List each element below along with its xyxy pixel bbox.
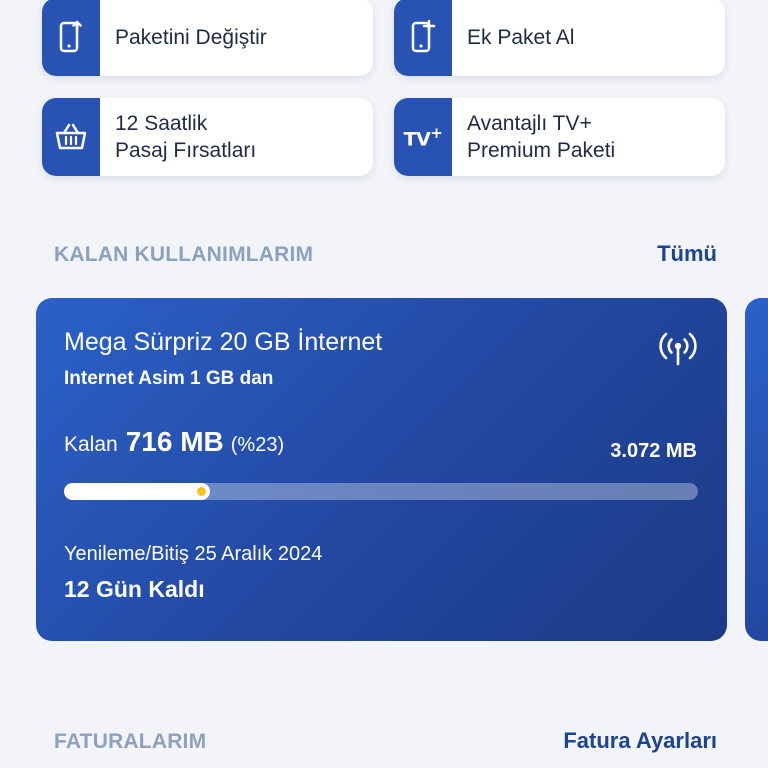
renewal-date: Yenileme/Bitiş 25 Aralık 2024 — [64, 543, 323, 565]
phone-upgrade-icon — [42, 0, 100, 76]
basket-icon — [42, 98, 100, 176]
phone-add-icon — [394, 0, 452, 76]
pasaj-deals-label: 12 Saatlik Pasaj Fırsatları — [115, 112, 257, 162]
tv-plus-premium-button[interactable]: TV+ Avantajlı TV+ Premium Paketi — [394, 98, 725, 176]
change-package-label: Paketini Değiştir — [115, 25, 267, 49]
tv-plus-icon: TV+ — [394, 98, 452, 176]
usage-progress-dot — [196, 487, 206, 496]
remaining-percent: (%23) — [230, 434, 285, 456]
usage-section-title: KALAN KULLANIMLARIM — [54, 243, 314, 266]
pasaj-deals-button[interactable]: 12 Saatlik Pasaj Fırsatları — [42, 98, 373, 176]
days-left: 12 Gün Kaldı — [64, 576, 205, 602]
bills-section-title: FATURALARIM — [54, 730, 207, 753]
signal-tower-icon — [659, 330, 697, 371]
remaining-value: 716 MB — [125, 426, 224, 457]
next-usage-card[interactable] — [745, 298, 768, 641]
add-package-label: Ek Paket Al — [467, 25, 575, 49]
usage-see-all-link[interactable]: Tümü — [657, 241, 717, 267]
bill-settings-link[interactable]: Fatura Ayarları — [563, 728, 717, 754]
change-package-button[interactable]: Paketini Değiştir — [42, 0, 373, 76]
package-name: Mega Sürpriz 20 GB İnternet — [64, 328, 383, 356]
total-quota: 3.072 MB — [610, 440, 697, 462]
remaining-label: Kalan — [64, 433, 118, 456]
usage-card[interactable]: Mega Sürpriz 20 GB İnternet Internet Asi… — [36, 298, 727, 641]
tv-plus-premium-label: Avantajlı TV+ Premium Paketi — [467, 112, 616, 162]
remaining-row: Kalan 716 MB (%23) — [64, 426, 284, 458]
package-subtitle: Internet Asim 1 GB dan — [64, 368, 274, 389]
usage-progress-fill — [64, 483, 210, 500]
usage-progress-bar — [64, 483, 698, 500]
add-package-button[interactable]: Ek Paket Al — [394, 0, 725, 76]
